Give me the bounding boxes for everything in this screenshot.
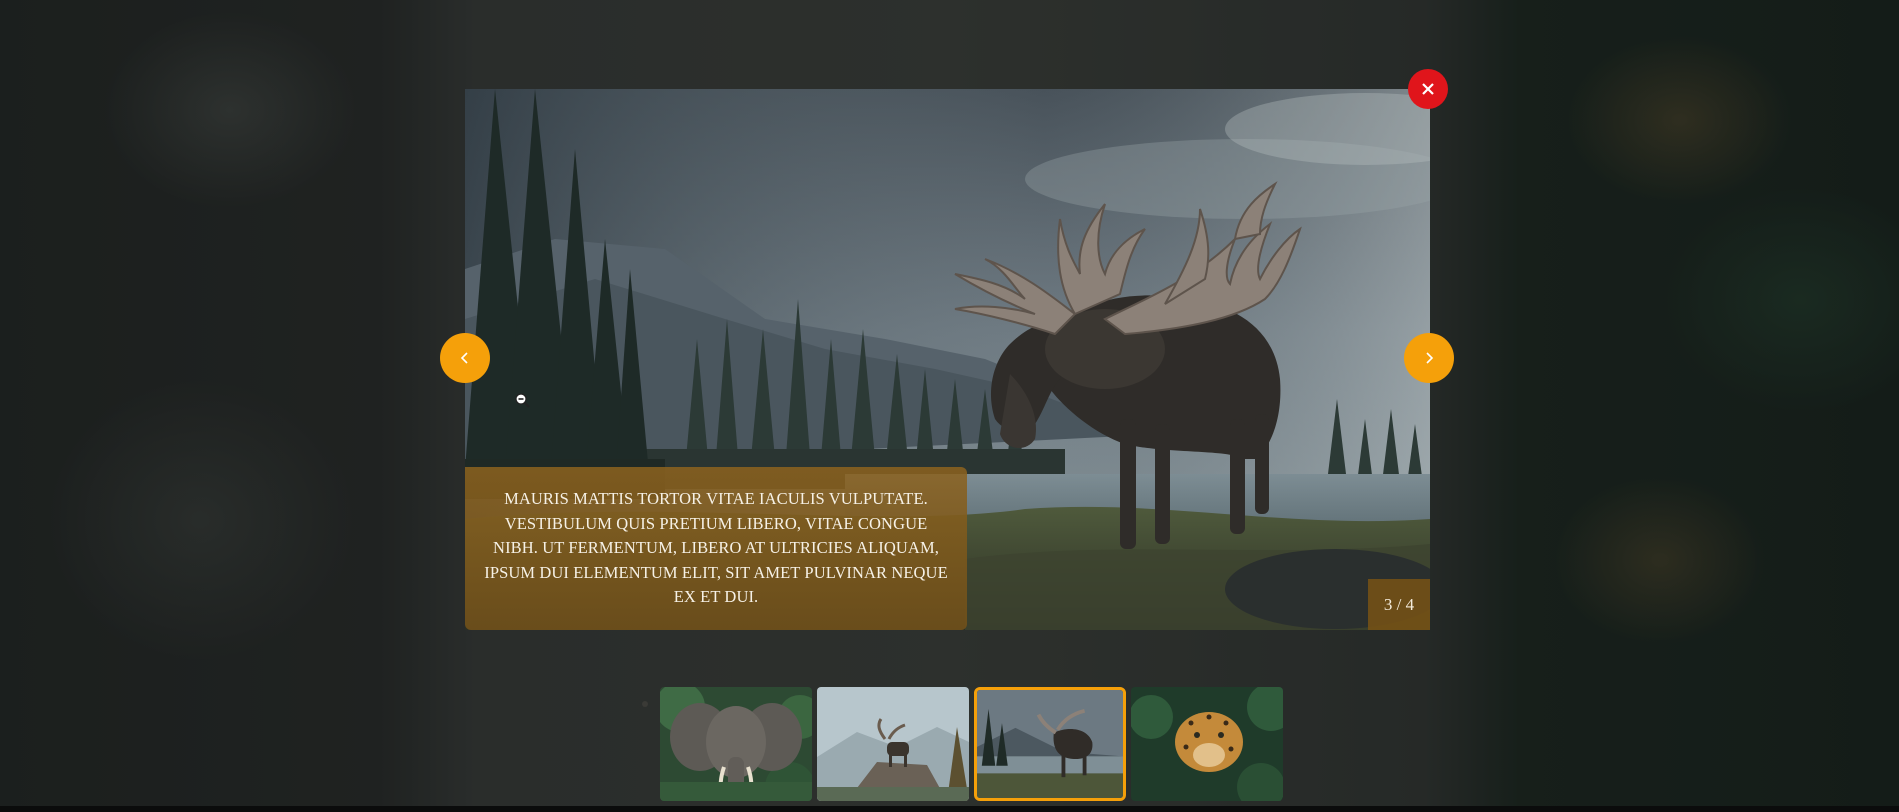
thumbnail-leopard[interactable] [1131,687,1283,801]
chevron-left-icon [460,352,468,364]
zoom-out-cursor-icon [515,393,530,408]
thumbnail-moose-on-rock[interactable] [817,687,969,801]
chevron-right-icon [1426,352,1434,364]
thumbnail-indicator-dot [642,701,648,707]
close-lightbox-button[interactable] [1408,69,1448,109]
thumbnail-elephant[interactable] [660,687,812,801]
image-counter: 3 / 4 [1368,579,1430,630]
page-bottom-edge [0,806,1899,812]
thumbnail-moose[interactable] [974,687,1126,801]
moose-rock-thumbnail-image [817,687,969,801]
leopard-thumbnail-image [1131,687,1283,801]
image-caption: MAURIS MATTIS TORTOR VITAE IACULIS VULPU… [465,467,967,630]
close-icon [1422,83,1434,95]
moose-thumbnail-image [977,690,1123,798]
next-image-button[interactable] [1404,333,1454,383]
elephant-thumbnail-image [660,687,812,801]
previous-image-button[interactable] [440,333,490,383]
